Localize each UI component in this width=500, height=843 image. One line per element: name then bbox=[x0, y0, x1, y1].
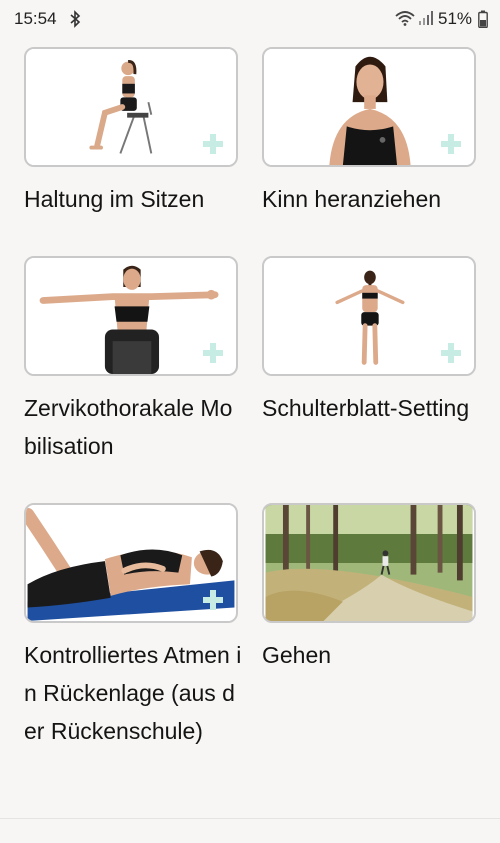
add-plus-icon[interactable] bbox=[202, 589, 224, 611]
exercise-title[interactable]: Zervikothorakale Mobilisation bbox=[24, 389, 244, 465]
wifi-icon bbox=[395, 11, 415, 26]
exercise-title[interactable]: Kinn heranziehen bbox=[262, 180, 482, 218]
status-bar: 15:54 51% bbox=[0, 0, 500, 36]
bottom-divider bbox=[0, 818, 500, 819]
exercise-title[interactable]: Kontrolliertes Atmen in Rückenlage (aus … bbox=[24, 636, 244, 750]
person-walking-forest-path-image bbox=[265, 505, 473, 621]
exercise-title[interactable]: Schulterblatt-Setting bbox=[262, 389, 482, 427]
battery-percent: 51% bbox=[438, 9, 473, 28]
bluetooth-icon bbox=[70, 10, 81, 28]
add-plus-icon[interactable] bbox=[202, 342, 224, 364]
exercise-title[interactable]: Haltung im Sitzen bbox=[24, 180, 244, 218]
exercise-title[interactable]: Gehen bbox=[262, 636, 482, 674]
add-plus-icon[interactable] bbox=[440, 342, 462, 364]
add-plus-icon[interactable] bbox=[440, 133, 462, 155]
exercise-card-zervikothorakale-mobilisation[interactable] bbox=[24, 256, 238, 376]
status-time: 15:54 bbox=[14, 9, 57, 28]
add-plus-icon[interactable] bbox=[202, 133, 224, 155]
signal-icon bbox=[419, 11, 433, 25]
exercise-card-gehen[interactable] bbox=[262, 503, 476, 623]
exercise-card-haltung-im-sitzen[interactable] bbox=[24, 47, 238, 167]
exercise-card-schulterblatt-setting[interactable] bbox=[262, 256, 476, 376]
exercise-card-kontrolliertes-atmen[interactable] bbox=[24, 503, 238, 623]
battery-icon bbox=[478, 10, 488, 28]
exercise-card-kinn-heranziehen[interactable] bbox=[262, 47, 476, 167]
